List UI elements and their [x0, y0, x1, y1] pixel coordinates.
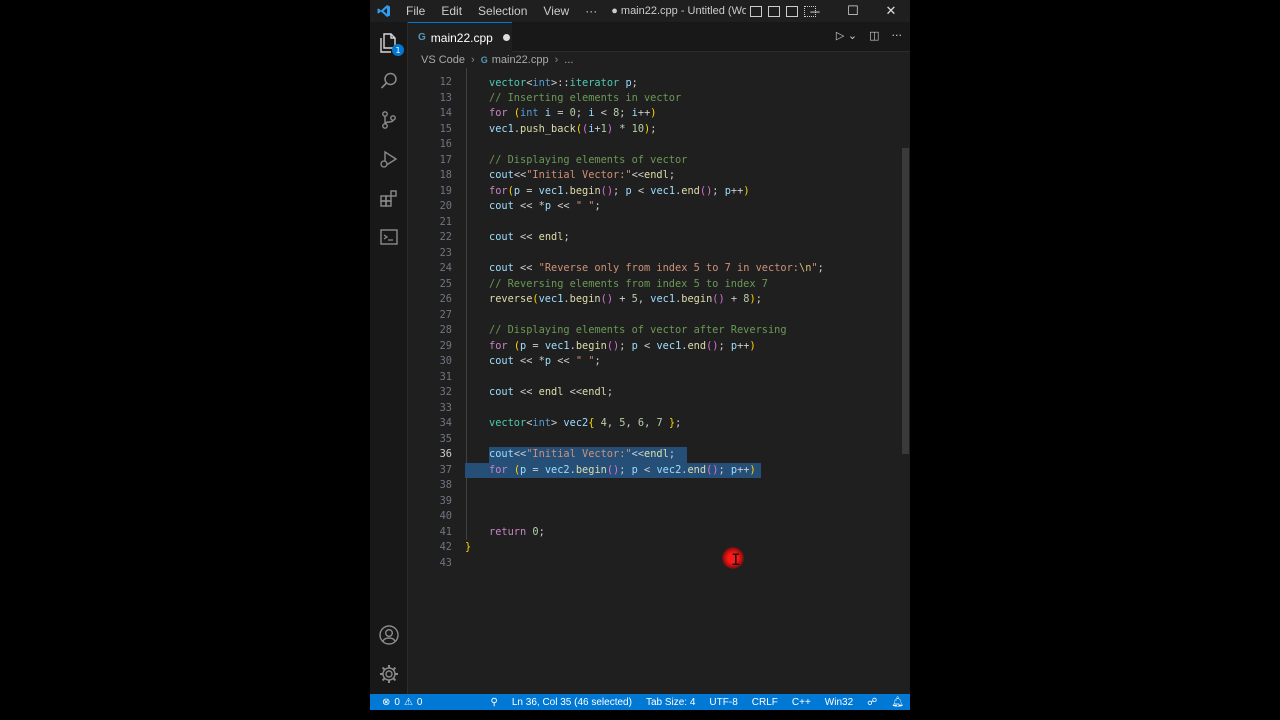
remote-explorer-icon[interactable]	[377, 225, 401, 249]
code-line: 24 cout << "Reverse only from index 5 to …	[439, 262, 824, 274]
code-line: 32 cout << endl <<endl;	[439, 386, 614, 398]
chevron-right-icon: ›	[554, 54, 559, 66]
run-debug-icon[interactable]	[377, 147, 401, 171]
code-line: 26 reverse(vec1.begin() + 5, vec1.begin()…	[439, 293, 762, 305]
run-code-icon[interactable]: ▷ ⌄	[836, 29, 857, 42]
maximize-button[interactable]: ☐	[834, 0, 872, 22]
status-bar: ⊗ 0 ⚠ 0 ⚲ Ln 36, Col 35 (46 selected) Ta…	[370, 694, 910, 710]
menu-more[interactable]: ···	[577, 4, 605, 18]
code-line: 22 cout << endl;	[439, 231, 570, 243]
more-actions-icon[interactable]: ···	[892, 29, 903, 42]
code-line: 37 for (p = vec2.begin(); p < vec2.end();…	[439, 463, 756, 476]
title-bar: File Edit Selection View ··· ● main22.cp…	[370, 0, 910, 22]
error-count: 0	[394, 696, 400, 708]
code-line: 20 cout << *p << " ";	[439, 200, 601, 212]
code-line: 18 cout<<"Initial Vector:"<<endl;	[439, 169, 676, 181]
status-bar-right: ⚲ Ln 36, Col 35 (46 selected) Tab Size: …	[491, 694, 904, 710]
accounts-icon[interactable]	[377, 623, 401, 647]
menu-edit[interactable]: Edit	[433, 4, 470, 18]
c-cpp-status-icon[interactable]: ⚲	[491, 697, 498, 708]
code-line: 27	[439, 308, 452, 321]
warning-icon: ⚠	[403, 696, 413, 708]
code-line: 16	[439, 138, 452, 150]
encoding[interactable]: UTF-8	[709, 697, 737, 708]
code-line: 17// Displaying elements of vector	[439, 153, 688, 166]
extensions-icon[interactable]	[377, 186, 401, 210]
explorer-icon[interactable]: 1	[377, 31, 404, 56]
explorer-badge: 1	[392, 44, 404, 56]
code-line: 19 for(p = vec1.begin(); p < vec1.end(); …	[439, 184, 750, 197]
code-line: 33	[439, 401, 452, 414]
notifications-bell-icon[interactable]: 🔔︎	[891, 697, 904, 708]
code-line: 12	[439, 76, 452, 88]
code-line: 35	[439, 432, 452, 445]
unsaved-dot-icon[interactable]	[502, 34, 510, 41]
cursor-position[interactable]: Ln 36, Col 35 (46 selected)	[512, 697, 632, 708]
code-line: 14 for (int i = 0; i < 8; i++)	[439, 107, 657, 119]
vertical-scrollbar[interactable]	[902, 68, 910, 694]
code-editor[interactable]: vector<int>::iterator p; 12 13// Inserti…	[408, 68, 910, 694]
code-line: 21	[439, 215, 452, 228]
split-editor-icon[interactable]: ◫	[869, 29, 879, 42]
activity-bar: 1	[370, 22, 408, 694]
breadcrumb: VS Code › G main22.cpp › ...	[408, 52, 910, 68]
code-line: 31	[439, 370, 452, 383]
tab-main22-cpp[interactable]: G main22.cpp	[408, 22, 512, 52]
code-line: 43	[439, 556, 452, 569]
settings-gear-icon[interactable]	[377, 662, 401, 686]
tab-label: main22.cpp	[430, 30, 493, 45]
window-title: ● main22.cpp - Untitled (Work...	[611, 5, 747, 17]
code-line: 39	[439, 494, 452, 507]
code-line: 38	[439, 479, 452, 491]
toggle-panel-icon[interactable]	[768, 5, 781, 17]
breadcrumb-root[interactable]: VS Code	[421, 54, 465, 66]
menu-file[interactable]: File	[398, 4, 433, 18]
code-line: 30 cout << *p << " ";	[439, 355, 601, 367]
breadcrumb-file[interactable]: main22.cpp	[492, 54, 549, 66]
menu-view[interactable]: View	[535, 4, 577, 18]
cpp-file-icon: G	[480, 55, 488, 65]
minimize-button[interactable]: ─	[796, 0, 834, 22]
code-line: 25// Reversing elements from index 5 to …	[439, 277, 768, 290]
code-line-active: 36 cout<<"Initial Vector:"<<endl;	[439, 448, 676, 460]
search-icon[interactable]	[377, 69, 401, 93]
problems-indicator[interactable]: ⊗ 0 ⚠ 0	[370, 697, 422, 708]
code-line: 29 for (p = vec1.begin(); p < vec1.end();…	[439, 339, 756, 352]
breadcrumb-trail[interactable]: ...	[564, 54, 573, 66]
code-line: 40	[439, 510, 452, 522]
code-line: 41 return 0;	[439, 525, 545, 538]
platform[interactable]: Win32	[825, 697, 853, 708]
cpp-file-icon: G	[418, 32, 426, 43]
text-cursor-icon: I	[731, 550, 741, 569]
source-control-icon[interactable]	[377, 108, 401, 132]
error-icon: ⊗	[382, 696, 391, 708]
window-controls: ─ ☐ ✕	[796, 0, 910, 22]
code-line: 34 vector<int> vec2{ 4, 5, 6, 7 };	[439, 417, 682, 429]
chevron-right-icon: ›	[471, 54, 475, 66]
language-mode[interactable]: C++	[792, 697, 811, 708]
scrollbar-thumb[interactable]	[902, 148, 909, 454]
vscode-window: File Edit Selection View ··· ● main22.cp…	[370, 0, 910, 720]
editor-tab-bar: G main22.cpp ▷ ⌄ ◫ ···	[408, 22, 910, 52]
code-line: 42}	[439, 541, 472, 553]
code-line: 13// Inserting elements in vector	[439, 91, 682, 104]
line-ending[interactable]: CRLF	[752, 697, 778, 708]
code-line: 23	[439, 246, 452, 259]
code-line: 15 vec1.push_back((i+1) * 10);	[439, 122, 657, 135]
toggle-primary-sidebar-icon[interactable]	[750, 5, 763, 17]
warning-count: 0	[416, 696, 423, 708]
taskbar-strip	[370, 710, 910, 720]
feedback-icon[interactable]: ☍	[867, 697, 877, 708]
editor-actions: ▷ ⌄ ◫ ···	[836, 29, 902, 42]
vscode-logo-icon	[370, 4, 398, 18]
close-button[interactable]: ✕	[872, 0, 910, 22]
menu-selection[interactable]: Selection	[470, 4, 535, 18]
code-line: 28// Displaying elements of vector after…	[439, 324, 787, 336]
tab-size[interactable]: Tab Size: 4	[646, 697, 695, 708]
